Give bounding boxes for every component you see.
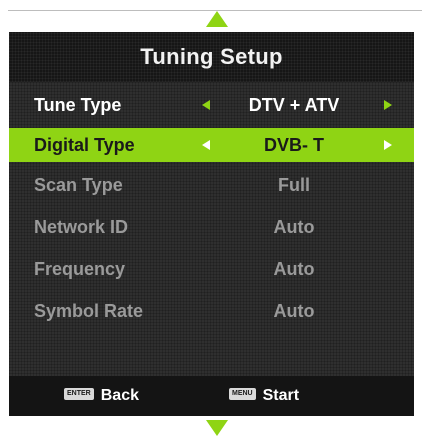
back-label: Back: [100, 387, 139, 404]
scroll-down-icon[interactable]: [206, 420, 228, 436]
row-label: Tune Type: [34, 95, 122, 115]
menu-row-network-id: Network ID Auto: [9, 210, 414, 244]
menu-row-scan-type: Scan Type Full: [9, 168, 414, 202]
menu-footer: ENTER Back MENU Start: [9, 376, 414, 416]
tv-menu-screen: Tuning Setup Tune Type DTV + ATV Digital…: [0, 0, 424, 438]
row-label: Digital Type: [34, 135, 135, 155]
menu-row-tune-type[interactable]: Tune Type DTV + ATV: [9, 88, 414, 122]
row-label: Network ID: [34, 217, 129, 237]
row-value: Auto: [273, 217, 315, 237]
menu-key-icon: MENU: [229, 387, 256, 400]
row-label: Symbol Rate: [34, 301, 144, 321]
row-value: DTV + ATV: [248, 95, 340, 115]
start-hint[interactable]: MENU Start: [229, 376, 299, 416]
menu-row-symbol-rate: Symbol Rate Auto: [9, 294, 414, 328]
start-label: Start: [262, 387, 300, 404]
enter-key-icon: ENTER: [64, 387, 94, 400]
row-value: Auto: [273, 259, 315, 279]
row-value: Auto: [273, 301, 315, 321]
row-label: Scan Type: [34, 175, 123, 195]
tuning-setup-panel: Tuning Setup Tune Type DTV + ATV Digital…: [9, 32, 414, 416]
row-label: Frequency: [34, 259, 126, 279]
menu-row-frequency: Frequency Auto: [9, 252, 414, 286]
row-value: DVB- T: [264, 135, 324, 155]
option-right-icon[interactable]: [384, 100, 392, 110]
option-right-icon[interactable]: [384, 140, 392, 150]
scroll-up-icon[interactable]: [206, 11, 228, 27]
back-hint[interactable]: ENTER Back: [64, 376, 139, 416]
row-value: Full: [278, 175, 310, 195]
menu-title: Tuning Setup: [9, 32, 414, 82]
menu-row-digital-type[interactable]: Digital Type DVB- T: [9, 128, 414, 162]
